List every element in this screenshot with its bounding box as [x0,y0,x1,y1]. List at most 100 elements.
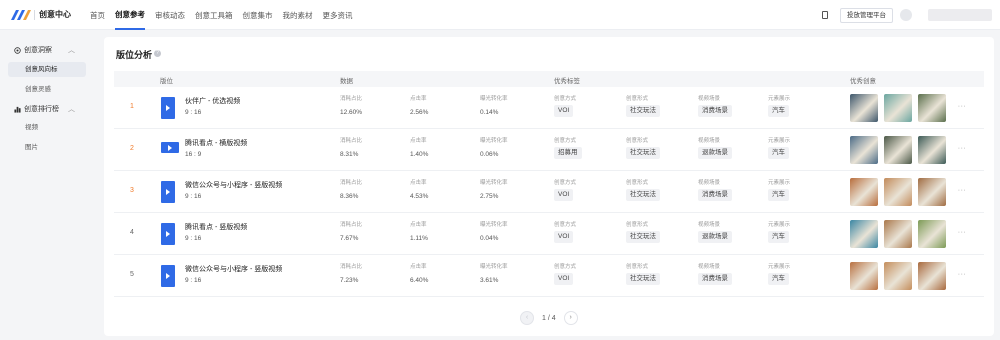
creative-thumbnail[interactable] [884,94,912,122]
tag-chip: 消费场景 [698,105,732,117]
tag-category-label: 创意方式 [554,222,577,228]
more-options-icon[interactable]: ··· [954,187,970,197]
metric-label: 曝光转化率 [480,222,508,228]
metric-label: 点击率 [410,138,427,144]
tag-category-label: 元素展示 [768,222,791,228]
chevron-up-icon: ︿ [68,106,75,113]
sidebar-item-creative-inspiration[interactable]: 创意灵感 [8,82,86,97]
metric-label: 消耗占比 [340,264,363,270]
tag-category-label: 创意形式 [626,180,649,186]
placement-name: 腾讯看点 - 竖版视频 [185,224,248,231]
metric-value: 4.53% [410,193,429,200]
more-options-icon[interactable]: ··· [954,103,970,113]
tag-category-label: 创意形式 [626,138,649,144]
more-options-icon[interactable]: ··· [954,145,970,155]
tag-category-label: 视频场景 [698,138,721,144]
creative-thumbnail[interactable] [918,136,946,164]
nav-my-materials[interactable]: 我的素材 [283,0,313,30]
creative-thumbnail[interactable] [918,94,946,122]
tag-chip: 汽车 [768,231,789,243]
tag-category-label: 创意方式 [554,96,577,102]
tag-category-label: 元素展示 [768,180,791,186]
logo-divider [34,10,35,20]
creative-thumbnail[interactable] [850,262,878,290]
rank-number: 1 [130,103,134,110]
ad-platform-button[interactable]: 投放管理平台 [840,8,893,23]
sidebar-group-ranking[interactable]: 创意排行榜 ︿ [14,104,75,114]
sidebar-item-image[interactable]: 图片 [8,140,86,155]
sidebar-item-creative-trend[interactable]: 创意风向标 [8,62,86,77]
column-header-labels: 优秀标签 [554,78,580,85]
tag-category-label: 创意方式 [554,264,577,270]
video-thumbnail-icon[interactable] [161,265,175,287]
tag-category-label: 元素展示 [768,138,791,144]
page-indicator: 1 / 4 [542,314,556,322]
creative-thumbnail[interactable] [850,136,878,164]
ranking-icon [14,106,21,113]
tag-chip: 社交玩法 [626,147,660,159]
tag-chip: 汽车 [768,105,789,117]
creative-thumbnail[interactable] [918,262,946,290]
metric-value: 8.36% [340,193,359,200]
creative-thumbnail[interactable] [850,94,878,122]
sidebar-group-insight[interactable]: 创意洞察 ︿ [14,45,75,55]
creative-thumbnail[interactable] [884,178,912,206]
metric-label: 消耗占比 [340,180,363,186]
creative-thumbnail[interactable] [884,136,912,164]
placement-name: 腾讯看点 - 横版视频 [185,140,248,147]
video-thumbnail-icon[interactable] [161,142,179,153]
more-options-icon[interactable]: ··· [954,271,970,281]
placement-name: 微信公众号与小程序 - 竖版视频 [185,182,283,189]
creative-thumbnail[interactable] [884,262,912,290]
video-thumbnail-icon[interactable] [161,223,175,245]
video-thumbnail-icon[interactable] [161,97,175,119]
help-icon[interactable]: ? [154,50,161,57]
tag-chip: 消费场景 [698,189,732,201]
metric-label: 曝光转化率 [480,180,508,186]
metric-value: 1.11% [410,235,428,242]
creative-thumbnail[interactable] [884,220,912,248]
nav-creative-market[interactable]: 创意集市 [243,0,273,30]
metric-value: 7.23% [340,277,359,284]
nav-home[interactable]: 首页 [90,0,105,30]
metric-label: 点击率 [410,264,427,270]
metric-value: 2.56% [410,109,429,116]
table-row[interactable]: 1 伙伴广 - 优选视频 9 : 16 消耗占比 12.60% 点击率 2.56% 曝光转化率… [114,87,984,129]
next-page-button[interactable]: › [563,311,578,325]
table-header: 版位 数据 优秀标签 优秀创意 [114,71,984,87]
prev-page-button[interactable]: ‹ [520,311,534,325]
column-header-position: 版位 [160,78,173,85]
tag-chip: 汽车 [768,273,789,285]
more-options-icon[interactable]: ··· [954,229,970,239]
table-row[interactable]: 5 微信公众号与小程序 - 竖版视频 9 : 16 消耗占比 7.23% 点击率 6.40%… [114,255,984,297]
table-row[interactable]: 2 腾讯看点 - 横版视频 16 : 9 消耗占比 8.31% 点击率 1.40% 曝光转化率… [114,129,984,171]
column-header-data: 数据 [340,78,353,85]
table-row[interactable]: 4 腾讯看点 - 竖版视频 9 : 16 消耗占比 7.67% 点击率 1.11% 曝光转化率… [114,213,984,255]
column-header-creatives: 优秀创意 [850,78,876,85]
top-bar: 创意中心 首页 创意参考 审核动态 创意工具箱 创意集市 我的素材 更多资讯 投… [0,0,1000,30]
nav-more-news[interactable]: 更多资讯 [323,0,353,30]
metric-value: 0.04% [480,235,499,242]
nav-creative-reference[interactable]: 创意参考 [115,0,145,30]
creative-thumbnail[interactable] [918,178,946,206]
creative-thumbnail[interactable] [850,220,878,248]
tag-category-label: 视频场景 [698,180,721,186]
document-icon[interactable] [822,11,828,19]
metric-label: 消耗占比 [340,96,363,102]
table-row[interactable]: 3 微信公众号与小程序 - 竖版视频 9 : 16 消耗占比 8.36% 点击率 4.53%… [114,171,984,213]
sidebar-item-video[interactable]: 视频 [8,120,86,135]
metric-value: 0.14% [480,109,499,116]
avatar[interactable] [900,9,912,21]
page-title: 版位分析 [116,50,153,60]
creative-thumbnail[interactable] [850,178,878,206]
metric-label: 曝光转化率 [480,96,508,102]
creative-thumbnail[interactable] [918,220,946,248]
metric-value: 3.61% [480,277,499,284]
nav-creative-toolbox[interactable]: 创意工具箱 [195,0,233,30]
metric-value: 1.40% [410,151,429,158]
video-thumbnail-icon[interactable] [161,181,175,203]
logo-icon [11,10,31,20]
account-name-redacted[interactable] [928,9,992,21]
nav-review-updates[interactable]: 审核动态 [155,0,185,30]
tag-chip: 汽车 [768,147,789,159]
